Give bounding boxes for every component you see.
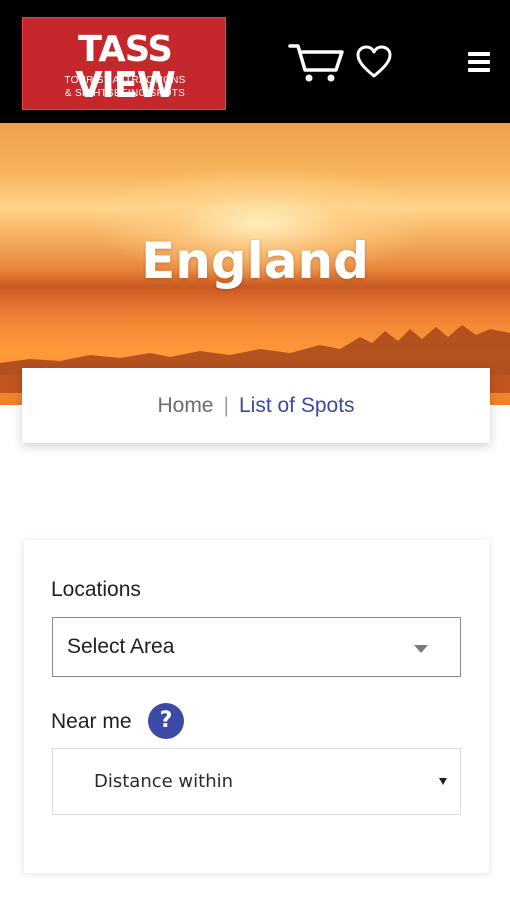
logo-subtitle-line1: TOURIST ATTRACTIONS [64, 75, 186, 86]
filter-panel: Locations Select Area Near me ? Distance… [24, 540, 489, 873]
heart-icon[interactable] [355, 44, 393, 80]
caret-down-icon [439, 778, 447, 785]
distance-select-value: Distance within [94, 771, 234, 792]
breadcrumb-separator: | [223, 394, 229, 417]
breadcrumb-home-link[interactable]: Home [157, 394, 213, 417]
breadcrumb-current: List of Spots [238, 394, 355, 417]
hamburger-menu-icon[interactable] [468, 52, 492, 76]
near-me-label: Near me [51, 710, 132, 733]
logo-subtitle-line2: & SIGHTSEEING SPOTS [64, 88, 186, 99]
locations-label: Locations [51, 578, 141, 601]
top-bar: TASS VIEW TOURIST ATTRACTIONS & SIGHTSEE… [0, 0, 510, 123]
area-select-value: Select Area [67, 635, 175, 658]
site-logo[interactable]: TASS VIEW TOURIST ATTRACTIONS & SIGHTSEE… [22, 17, 226, 110]
area-select[interactable]: Select Area [52, 617, 461, 677]
breadcrumb: Home | List of Spots [22, 368, 490, 443]
distance-select[interactable]: Distance within [52, 748, 461, 815]
hero-banner: England [0, 123, 510, 405]
page-title: England [141, 232, 369, 290]
help-icon[interactable]: ? [148, 703, 184, 739]
chevron-down-icon [414, 645, 428, 653]
cart-icon[interactable] [288, 40, 346, 86]
